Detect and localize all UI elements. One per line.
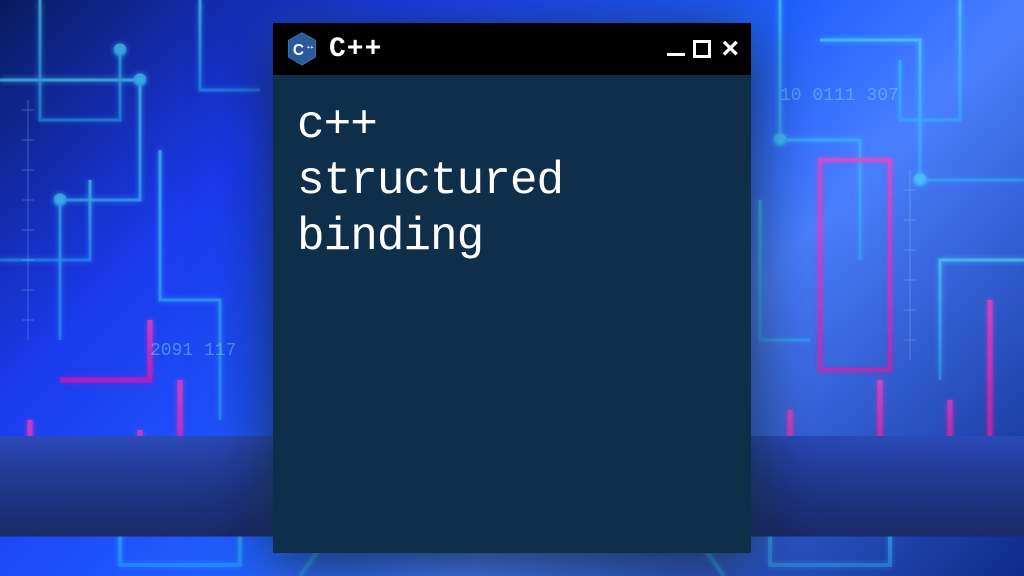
text-line-1: c++ <box>297 97 727 153</box>
svg-text:+: + <box>307 45 310 51</box>
window-body: c++ structured binding <box>273 75 751 287</box>
text-line-3: binding <box>297 209 727 265</box>
terminal-window: C + + C++ × c++ structured binding <box>273 23 751 553</box>
window-titlebar: C + + C++ × <box>273 23 751 75</box>
svg-text:C: C <box>293 42 304 59</box>
svg-text:+: + <box>310 45 313 51</box>
window-controls: × <box>667 40 739 58</box>
svg-text:10 0111 307: 10 0111 307 <box>780 86 899 106</box>
cpp-logo-icon: C + + <box>287 32 317 66</box>
close-icon[interactable]: × <box>721 40 739 58</box>
body-text: c++ structured binding <box>297 97 727 265</box>
svg-text:2091 117: 2091 117 <box>150 341 236 361</box>
window-title: C++ <box>329 34 382 65</box>
maximize-icon[interactable] <box>693 40 711 58</box>
text-line-2: structured <box>297 153 727 209</box>
minimize-icon[interactable] <box>667 53 685 56</box>
